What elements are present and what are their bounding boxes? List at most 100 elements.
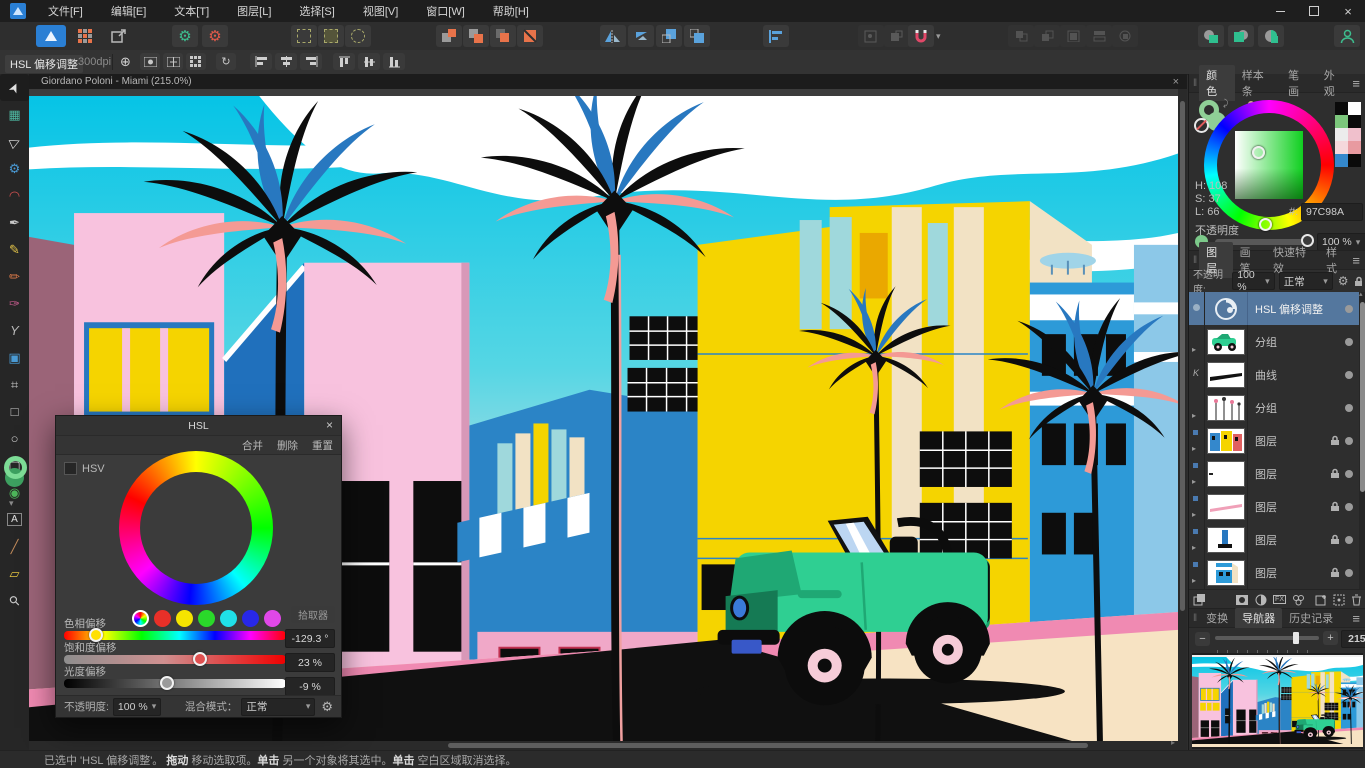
saturation-shift-value[interactable]: 23 % [285, 653, 335, 672]
layer-row-curve-shadow[interactable]: K 曲线 [1189, 358, 1359, 392]
saturation-shift-thumb[interactable] [193, 652, 207, 666]
flip-vertical-button[interactable] [628, 25, 654, 47]
transform-mode-icon-1[interactable] [858, 25, 884, 47]
dialog-opacity-dropdown[interactable]: 100 %▾ [113, 698, 161, 716]
pen-tool[interactable]: ✒ [0, 209, 29, 236]
alignment-button[interactable] [763, 25, 789, 47]
hsl-dialog-titlebar[interactable]: HSL × [56, 416, 341, 436]
slice-icon-2[interactable] [318, 25, 344, 47]
recent-swatches[interactable] [1335, 102, 1361, 167]
align-center-button[interactable] [275, 53, 297, 70]
menu-layer[interactable]: 图层[L] [223, 0, 285, 22]
layer-visibility-dot[interactable] [1345, 338, 1353, 346]
layer-row-building2[interactable]: ▸ 图层 [1189, 556, 1359, 589]
hsv-checkbox[interactable] [64, 462, 77, 475]
panel-menu-icon[interactable]: ≡ [1352, 253, 1360, 268]
zoom-tool[interactable]: ⚲ [0, 587, 29, 614]
mask-layer-icon[interactable] [1236, 594, 1249, 606]
export-persona-button[interactable] [104, 25, 134, 47]
split-view-button[interactable] [163, 53, 183, 70]
layer-row-group-palms[interactable]: ▸ 分组 [1189, 391, 1359, 425]
fill-stroke-chevron[interactable]: ▾ [9, 498, 14, 509]
pattern-layer-icon[interactable] [1292, 594, 1305, 606]
align-bottom-button[interactable] [383, 53, 405, 70]
insert-mode-icon-5[interactable] [1112, 25, 1138, 47]
tab-appearance[interactable]: 外观 [1317, 65, 1353, 101]
hue-shift-slider[interactable] [64, 631, 286, 640]
zoom-percent-value[interactable]: 215 % [1341, 630, 1365, 648]
document-tab[interactable]: Giordano Poloni - Miami (215.0%) [41, 76, 192, 87]
snapping-options-chevron[interactable]: ▾ [936, 31, 941, 42]
dialog-settings-icon[interactable]: ⚙ [321, 699, 333, 715]
luminosity-shift-thumb[interactable] [160, 676, 174, 690]
reset-button[interactable]: 重置 [312, 438, 333, 453]
scroll-right-arrow[interactable]: ▸ [1171, 738, 1175, 747]
insert-mode-icon-2[interactable] [1034, 25, 1060, 47]
transparency-tool[interactable]: Y [0, 317, 29, 344]
move-backward-button[interactable] [684, 25, 710, 47]
canvas-hscrollbar[interactable]: ▸ [29, 741, 1187, 750]
corner-tool[interactable]: ◠ [0, 182, 29, 209]
boolean-divide-button[interactable] [517, 25, 543, 47]
layer-visibility-dot[interactable] [1345, 404, 1353, 412]
layers-blend-dropdown[interactable]: 正常▾ [1279, 272, 1333, 290]
swatch-cyan[interactable] [220, 610, 237, 627]
menu-select[interactable]: 选择[S] [285, 0, 348, 22]
zoom-in-button[interactable]: + [1323, 631, 1338, 645]
swatch-magenta[interactable] [264, 610, 281, 627]
menu-edit[interactable]: 编辑[E] [97, 0, 160, 22]
slice-icon-1[interactable] [291, 25, 317, 47]
layer-lock-icon[interactable] [1330, 567, 1340, 578]
insert-mode-icon-4[interactable] [1086, 25, 1112, 47]
swatch-red[interactable] [154, 610, 171, 627]
move-forward-button[interactable] [656, 25, 682, 47]
minimize-button[interactable] [1263, 0, 1297, 22]
add-layer-icon[interactable] [1315, 594, 1327, 606]
layer-row-group-car[interactable]: ▸ 分组 [1189, 325, 1359, 359]
layer-lock-icon[interactable] [1330, 468, 1340, 479]
ellipse-tool[interactable]: ○ [0, 425, 29, 452]
add-group-icon[interactable] [1333, 594, 1345, 606]
swatch-blue[interactable] [242, 610, 259, 627]
luminosity-shift-slider[interactable] [64, 679, 286, 688]
move-tool[interactable]: ➤ [0, 74, 29, 101]
swatch-green[interactable] [198, 610, 215, 627]
menu-view[interactable]: 视图[V] [349, 0, 412, 22]
navigator-zoom-thumb[interactable] [1293, 632, 1299, 644]
align-left-button[interactable] [250, 53, 272, 70]
canvas-vscrollbar[interactable] [1178, 89, 1187, 741]
document-settings-button[interactable]: ⚙ [172, 25, 198, 47]
slice-icon-3[interactable] [345, 25, 371, 47]
merge-button[interactable]: 合并 [242, 438, 263, 453]
layers-scrollbar[interactable]: ▴ [1359, 292, 1365, 589]
align-top-button[interactable] [333, 53, 355, 70]
hue-marker[interactable] [1259, 218, 1272, 231]
layer-row-road[interactable]: ▸ 图层 [1189, 490, 1359, 524]
hsl-hue-ring[interactable] [119, 451, 273, 605]
align-right-button[interactable] [300, 53, 322, 70]
hex-field[interactable]: 97C98A [1301, 203, 1363, 221]
preferences-button[interactable]: ⚙ [202, 25, 228, 47]
align-middle-button[interactable] [358, 53, 380, 70]
panel-grip[interactable]: ‖ [1193, 78, 1197, 89]
close-document-icon[interactable]: × [1173, 76, 1179, 88]
snap-center-icon[interactable]: ⊕ [120, 54, 131, 70]
layers-lock-icon[interactable] [1354, 276, 1362, 287]
point-transform-tool[interactable]: ⚙ [0, 155, 29, 182]
no-fill-icon[interactable] [1194, 118, 1209, 133]
menu-window[interactable]: 窗口[W] [412, 0, 479, 22]
swatch-yellow[interactable] [176, 610, 193, 627]
layer-row-buildings[interactable]: ▸ 图层 [1189, 424, 1359, 458]
designer-persona-button[interactable] [36, 25, 66, 47]
crop-tool[interactable]: ⌗ [0, 371, 29, 398]
panel-menu-icon[interactable]: ≡ [1352, 76, 1360, 91]
layer-lock-icon[interactable] [1330, 435, 1340, 446]
delete-button[interactable]: 删除 [277, 438, 298, 453]
boolean-subtract-button[interactable] [463, 25, 489, 47]
restore-button[interactable] [1297, 0, 1331, 22]
pixel-persona-button[interactable] [70, 25, 100, 47]
preview-mode-button[interactable] [140, 53, 160, 70]
menu-help[interactable]: 帮助[H] [479, 0, 543, 22]
swap-colors-icon[interactable]: ⤸ [1223, 98, 1228, 109]
geometry-compound-button-3[interactable] [1258, 25, 1284, 47]
